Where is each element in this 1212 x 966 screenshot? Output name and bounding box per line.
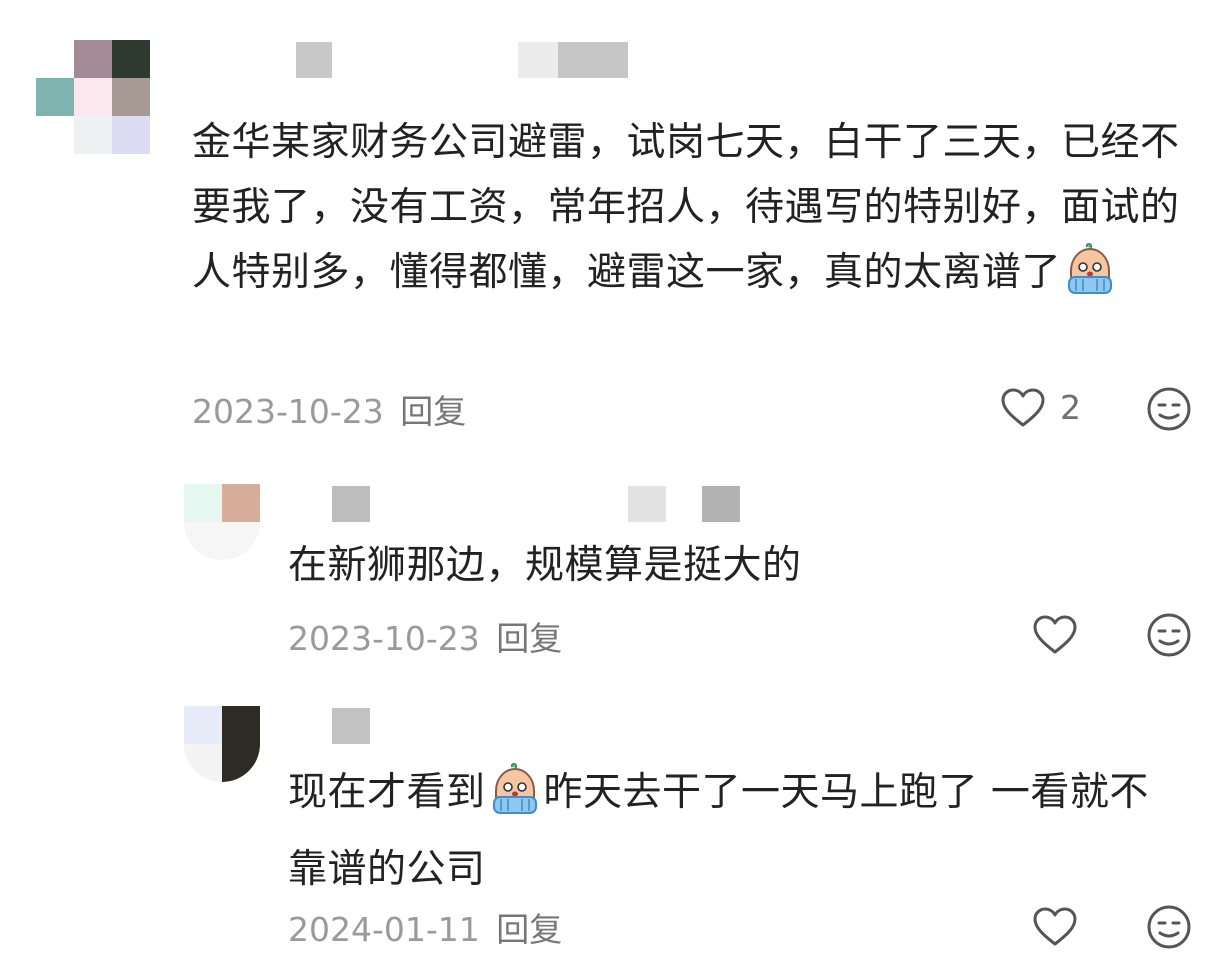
heart-outline-icon[interactable] <box>1032 907 1078 951</box>
comment-date: 2024-01-11 <box>288 910 480 949</box>
reply-button[interactable]: 回复 <box>496 910 562 949</box>
username-redacted[interactable] <box>558 42 628 78</box>
comment-text-part: 现在才看到 <box>288 770 486 815</box>
like-count: 2 <box>1060 388 1081 427</box>
reply-button[interactable]: 回复 <box>400 392 466 431</box>
comment-meta: 2023-10-23 回复 <box>288 612 562 660</box>
heart-outline-icon[interactable] <box>1032 615 1078 659</box>
comment-meta: 2024-01-11 回复 <box>288 903 562 951</box>
avatar[interactable] <box>184 706 260 782</box>
comment-text: 金华某家财务公司避雷，试岗七天，白干了三天，已经不要我了，没有工资，常年招人，待… <box>192 110 1184 317</box>
smiley-emoji-icon[interactable] <box>1146 904 1192 954</box>
smiley-emoji-icon[interactable] <box>1146 386 1192 436</box>
avatar[interactable] <box>184 484 260 560</box>
comment-text-part: 金华某家财务公司避雷，试岗七天，白干了三天，已经不要我了，没有工资，常年招人，待… <box>192 120 1180 295</box>
username-redacted[interactable] <box>702 486 740 522</box>
username-redacted[interactable] <box>332 486 370 522</box>
comment-text: 在新狮那边，规模算是挺大的 <box>288 533 1188 598</box>
comment-date: 2023-10-23 <box>288 619 480 658</box>
comment-meta: 2023-10-23 回复 <box>192 385 466 433</box>
avatar[interactable] <box>36 40 150 154</box>
reply-button[interactable]: 回复 <box>496 619 562 658</box>
username-redacted[interactable] <box>518 42 558 78</box>
heart-outline-icon[interactable] <box>1000 388 1046 432</box>
crying-emoji <box>1063 243 1117 317</box>
comment-text-part: 在新狮那边，规模算是挺大的 <box>288 543 802 588</box>
username-redacted[interactable] <box>332 708 370 744</box>
username-redacted[interactable] <box>628 486 666 522</box>
crying-emoji <box>488 763 542 837</box>
comment-date: 2023-10-23 <box>192 392 384 431</box>
comment-text: 现在才看到 昨天去干了一天马上跑了 一看就不靠谱的公司 <box>288 760 1188 902</box>
smiley-emoji-icon[interactable] <box>1146 612 1192 662</box>
username-redacted[interactable] <box>296 42 332 78</box>
